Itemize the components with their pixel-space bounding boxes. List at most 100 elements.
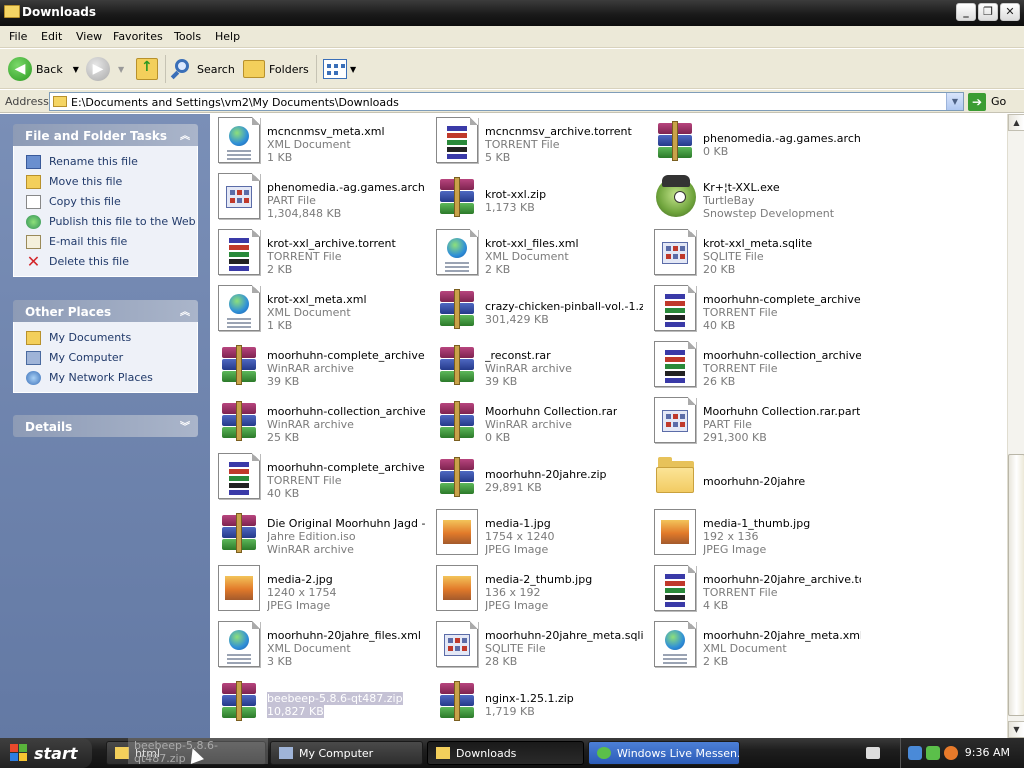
file-item[interactable]: media-1.jpg 1754 x 1240 JPEG Image [428,504,643,558]
file-item[interactable]: phenomedia.-ag.games.archiv...PART File1… [210,168,425,222]
file-item[interactable]: moorhuhn-20jahre_meta.sqlite SQLITE File 2… [428,616,643,670]
maximize-button[interactable]: ❐ [978,3,998,21]
file-item[interactable]: phenomedia.-ag.games.archiv...0 KB [646,114,861,166]
delete-icon: ✕ [26,252,41,271]
file-item[interactable]: moorhuhn-20jahre_files.xml XML Document 3 … [210,616,425,670]
place-label: My Network Places [49,371,153,384]
place-my-documents[interactable]: My Documents [14,328,197,348]
start-button[interactable]: start [0,738,92,768]
file-name: crazy-chicken-pinball-vol.-1.zip [485,300,643,313]
views-button[interactable]: ▼ [323,55,356,83]
scroll-thumb[interactable] [1008,454,1024,716]
file-item[interactable]: krot-xxl_archive.torrent TORRENT File 2 KB [210,224,425,278]
collapse-icon[interactable]: ︽ [180,303,190,318]
network-tray-icon[interactable] [908,746,922,760]
file-item[interactable]: nginx-1.25.1.zip 1,719 KB [428,672,643,726]
file-list[interactable]: mcncnmsv_meta.xml XML Document 1 KB mcncnms… [210,114,1007,738]
panel-title: Other Places [25,305,112,319]
file-name: Moorhuhn Collection.rar.part [703,405,861,418]
file-item[interactable]: _reconst.rar WinRAR archive 39 KB [428,336,643,390]
menu-view[interactable]: View [76,30,102,43]
search-button[interactable]: Search [170,55,235,83]
file-item[interactable]: moorhuhn-20jahre [646,448,861,502]
file-item[interactable]: moorhuhn-collection_archive.rarWinRAR ar… [210,392,425,446]
menu-edit[interactable]: Edit [41,30,62,43]
file-item[interactable]: mcncnmsv_archive.torrent TORRENT File 5 KB [428,114,643,166]
menu-tools[interactable]: Tools [174,30,201,43]
toolbar: ◀ Back ▼ ▶ ▼ ↑ Search Folders ▼ [0,49,1024,89]
task-rename[interactable]: Rename this file [14,152,197,172]
file-name: mcncnmsv_meta.xml [267,125,385,138]
task-publish[interactable]: Publish this file to the Web [14,212,197,232]
file-detail: 1,719 KB [485,705,535,718]
panel-header[interactable]: File and Folder Tasks ︽ [13,124,198,146]
address-input[interactable]: E:\Documents and Settings\vm2\My Documen… [49,92,964,111]
folders-button[interactable]: Folders [243,55,309,83]
file-item[interactable]: media-2.jpg 1240 x 1754 JPEG Image [210,560,425,614]
file-item[interactable]: Die Original Moorhuhn Jagd - 20Jahre Edi… [210,504,425,558]
back-button[interactable]: ◀ Back ▼ [8,55,79,83]
panel-header[interactable]: Other Places ︽ [13,300,198,322]
keyboard-icon[interactable] [866,747,880,759]
task-my-computer[interactable]: My Computer [270,741,423,765]
file-item[interactable]: krot-xxl_meta.sqlite SQLITE File 20 KB [646,224,861,278]
menu-help[interactable]: Help [215,30,240,43]
up-button[interactable]: ↑ [136,55,158,83]
file-item[interactable]: crazy-chicken-pinball-vol.-1.zip 301,429 … [428,280,643,334]
move-icon [26,175,41,189]
file-detail: TORRENT File [703,362,778,375]
file-item[interactable]: media-1_thumb.jpg 192 x 136 JPEG Image [646,504,861,558]
task-messenger[interactable]: Windows Live Messen... [588,741,740,765]
address-dropdown-icon[interactable]: ▼ [946,93,963,110]
file-item[interactable]: Kr+¦t-XXL.exe TurtleBay Snowstep Developme… [646,168,861,222]
menu-favorites[interactable]: Favorites [113,30,163,43]
file-item[interactable]: moorhuhn-20jahre_meta.xml XML Document 2 K… [646,616,861,670]
details-panel: Details ︾ [13,415,198,437]
file-item[interactable]: media-2_thumb.jpg 136 x 192 JPEG Image [428,560,643,614]
file-name: krot-xxl.zip [485,188,547,201]
file-item[interactable]: moorhuhn-complete_archive.rarWinRAR arch… [210,336,425,390]
expand-icon[interactable]: ︾ [180,418,190,433]
title-bar[interactable]: Downloads _ ❐ ✕ [0,0,1024,26]
messenger-tray-icon[interactable] [926,746,940,760]
file-item[interactable]: moorhuhn-20jahre.zip 29,891 KB [428,448,643,502]
task-email[interactable]: E-mail this file [14,232,197,252]
part-file-icon [436,621,478,667]
file-detail: 136 x 192 [485,586,541,599]
file-item[interactable]: moorhuhn-collection_archive.t...TORRENT … [646,336,861,390]
minimize-button[interactable]: _ [956,3,976,21]
task-copy[interactable]: Copy this file [14,192,197,212]
back-dropdown-icon[interactable]: ▼ [73,65,79,74]
file-item[interactable]: krot-xxl_meta.xml XML Document 1 KB [210,280,425,334]
file-detail: 25 KB [267,431,300,444]
task-delete[interactable]: ✕ Delete this file [14,252,197,272]
file-item[interactable]: moorhuhn-complete_archive(1...TORRENT Fi… [210,448,425,502]
file-item[interactable]: moorhuhn-20jahre_archive.to... TORRENT Fi… [646,560,861,614]
collapse-icon[interactable]: ︽ [180,127,190,142]
file-item[interactable]: Moorhuhn Collection.rar WinRAR archive 0 K… [428,392,643,446]
task-downloads[interactable]: Downloads [427,741,584,765]
vertical-scrollbar[interactable]: ▲ ▼ [1007,114,1024,738]
file-item[interactable]: krot-xxl.zip 1,173 KB [428,168,643,222]
task-move[interactable]: Move this file [14,172,197,192]
file-item[interactable]: beebeep-5.8.6-qt487.zip 10,827 KB [210,672,425,726]
file-item[interactable]: mcncnmsv_meta.xml XML Document 1 KB [210,114,425,166]
scroll-down-button[interactable]: ▼ [1008,721,1024,738]
forward-button[interactable]: ▶ ▼ [86,55,124,83]
file-item[interactable]: Moorhuhn Collection.rar.part PART File 291… [646,392,861,446]
place-my-network[interactable]: My Network Places [14,368,197,388]
scroll-up-button[interactable]: ▲ [1008,114,1024,131]
panel-header[interactable]: Details ︾ [13,415,198,437]
file-detail: TORRENT File [267,250,342,263]
go-button[interactable]: ➔ Go [968,92,1006,111]
file-item[interactable]: krot-xxl_files.xml XML Document 2 KB [428,224,643,278]
file-detail: WinRAR archive [267,543,354,556]
file-detail: WinRAR archive [485,362,572,375]
place-my-computer[interactable]: My Computer [14,348,197,368]
file-item[interactable]: moorhuhn-complete_archive.t...TORRENT Fi… [646,280,861,334]
file-detail: 1 KB [267,151,293,164]
close-button[interactable]: ✕ [1000,3,1020,21]
search-tray-icon[interactable] [944,746,958,760]
menu-file[interactable]: File [9,30,27,43]
forward-dropdown-icon[interactable]: ▼ [118,65,124,74]
